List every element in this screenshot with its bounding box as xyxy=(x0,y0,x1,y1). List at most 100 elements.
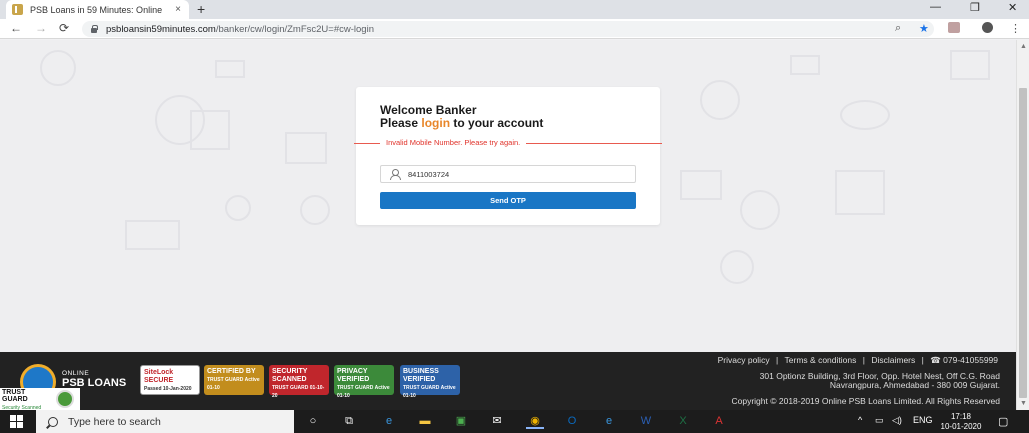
address-line-2: Navrangpura, Ahmedabad - 380 009 Gujarat… xyxy=(829,380,1000,390)
trust-line-1: TRUST xyxy=(2,389,26,396)
decor-coin-icon xyxy=(225,195,251,221)
edge-icon[interactable]: e xyxy=(380,413,398,429)
badge-label: SECURITY SCANNED xyxy=(272,368,308,383)
profile-avatar-icon[interactable] xyxy=(982,22,993,33)
link-separator: | xyxy=(775,355,779,365)
cortana-icon[interactable]: ○ xyxy=(304,413,322,429)
disclaimers-link[interactable]: Disclaimers xyxy=(871,355,915,365)
store-icon[interactable]: ▣ xyxy=(452,413,470,429)
mobile-number-input[interactable] xyxy=(408,169,608,179)
taskbar-clock[interactable]: 17:18 10-01-2020 xyxy=(940,412,982,432)
browser-menu-icon[interactable]: ⋮ xyxy=(1010,22,1021,35)
site-footer: ONLINE PSB LOANS SiteLock SECURE Passed … xyxy=(0,352,1016,410)
bookmark-star-icon[interactable]: ★ xyxy=(919,22,929,35)
business-verified-badge[interactable]: BUSINESS VERIFIED TRUST GUARD Active 01-… xyxy=(400,365,460,399)
badge-sub: TRUST GUARD Active 01-10 xyxy=(337,385,390,399)
decor-chart-icon xyxy=(950,50,990,80)
security-scanned-badge[interactable]: SECURITY SCANNED TRUST GUARD 01-10-20 xyxy=(269,365,329,399)
browser-toolbar: ← → ⟳ psbloansin59minutes.com/banker/cw/… xyxy=(0,19,1029,39)
privacy-policy-link[interactable]: Privacy policy xyxy=(718,355,770,365)
excel-icon[interactable]: X xyxy=(674,413,692,429)
login-word: login xyxy=(421,116,451,130)
privacy-verified-badge[interactable]: PRIVACY VERIFIED TRUST GUARD Active 01-1… xyxy=(334,365,394,399)
badge-label: SiteLock SECURE xyxy=(144,369,174,384)
chrome-icon[interactable]: ◉ xyxy=(526,413,544,429)
search-icon xyxy=(48,416,58,427)
window-minimize-button[interactable]: — xyxy=(930,1,941,13)
footer-address: 301 Optionz Building, 3rd Floor, Opp. Ho… xyxy=(760,372,1000,390)
new-tab-button[interactable]: + xyxy=(197,1,205,17)
page-scrollbar[interactable]: ▲ ▼ xyxy=(1016,40,1029,410)
tab-title: PSB Loans in 59 Minutes: Online xyxy=(30,4,163,15)
decor-car-icon xyxy=(840,100,890,130)
certified-badge[interactable]: CERTIFIED BY TRUST GUARD Active 01-10 xyxy=(204,365,264,395)
decor-person-icon xyxy=(700,80,740,120)
back-button[interactable]: ← xyxy=(10,21,22,35)
decor-house-icon xyxy=(835,170,885,215)
browser-tab-strip: PSB Loans in 59 Minutes: Online × + — ❐ … xyxy=(0,0,1029,19)
word-icon[interactable]: W xyxy=(637,413,655,429)
footer-links: Privacy policy | Terms & conditions | Di… xyxy=(716,355,1000,366)
clock-date: 10-01-2020 xyxy=(940,422,982,431)
send-otp-button[interactable]: Send OTP xyxy=(380,192,636,209)
network-icon[interactable]: ▭ xyxy=(875,415,884,426)
address-bar[interactable]: psbloansin59minutes.com/banker/cw/login/… xyxy=(82,21,934,37)
tab-close-icon[interactable]: × xyxy=(173,4,183,15)
decor-doc-icon xyxy=(680,170,722,200)
error-message: Invalid Mobile Number. Please try again. xyxy=(380,137,527,149)
volume-icon[interactable]: ◁) xyxy=(892,415,902,426)
decor-card-icon xyxy=(215,60,245,78)
decor-clock-icon xyxy=(720,250,754,284)
window-close-button[interactable]: ✕ xyxy=(1008,1,1017,14)
reload-button[interactable]: ⟳ xyxy=(59,21,69,35)
file-explorer-icon[interactable]: ▬ xyxy=(416,413,434,429)
trust-guard-seal[interactable]: TRUST GUARD Security Scanned xyxy=(0,388,80,411)
scroll-up-icon[interactable]: ▲ xyxy=(1020,43,1027,50)
phone-number: ☎ 079-41055999 xyxy=(930,355,998,365)
please-text: Please xyxy=(380,116,422,130)
url-path: /banker/cw/login/ZmFsc2U=#cw-login xyxy=(215,23,374,35)
to-account-text: to your account xyxy=(450,116,544,130)
windows-taskbar: Type here to search ○ ⧉ e ▬ ▣ ✉ ◉ O e W … xyxy=(0,410,1029,433)
login-card: Welcome Banker Please login to your acco… xyxy=(354,87,662,225)
decor-calendar-icon xyxy=(190,110,230,150)
badge-sub: Passed 10-Jan-2020 xyxy=(144,386,192,392)
badge-label: CERTIFIED BY xyxy=(207,368,256,375)
copyright: Copyright © 2018-2019 Online PSB Loans L… xyxy=(731,396,1001,406)
browser-tab[interactable]: PSB Loans in 59 Minutes: Online × xyxy=(6,0,189,19)
outlook-icon[interactable]: O xyxy=(563,413,581,429)
badge-sub: TRUST GUARD Active 01-10 xyxy=(207,377,260,391)
badge-label: BUSINESS VERIFIED xyxy=(403,368,439,383)
language-indicator[interactable]: ENG xyxy=(913,415,933,425)
sitelock-badge[interactable]: SiteLock SECURE Passed 10-Jan-2020 xyxy=(140,365,200,395)
ie-icon[interactable]: e xyxy=(600,413,618,429)
shield-icon xyxy=(56,390,74,408)
decor-circle-icon xyxy=(40,50,76,86)
zoom-icon[interactable]: ⌕ xyxy=(895,22,901,35)
task-view-icon[interactable]: ⧉ xyxy=(340,413,358,429)
taskbar-search[interactable]: Type here to search xyxy=(36,410,294,433)
decor-truck-icon xyxy=(790,55,820,75)
scrollbar-thumb[interactable] xyxy=(1019,88,1027,398)
notifications-icon[interactable]: ▢ xyxy=(998,415,1008,428)
tray-chevron-icon[interactable]: ^ xyxy=(858,415,862,425)
clock-time: 17:18 xyxy=(950,412,972,421)
pdf-extension-icon[interactable] xyxy=(948,22,960,33)
acrobat-icon[interactable]: A xyxy=(710,413,728,429)
windows-start-icon[interactable] xyxy=(10,415,23,428)
link-separator: | xyxy=(862,355,865,365)
badge-sub: TRUST GUARD 01-10-20 xyxy=(272,385,325,399)
welcome-line: Welcome Banker xyxy=(380,103,477,117)
terms-link[interactable]: Terms & conditions xyxy=(785,355,857,365)
mobile-number-field[interactable] xyxy=(380,165,636,183)
window-restore-button[interactable]: ❐ xyxy=(970,1,980,14)
badge-label: PRIVACY VERIFIED xyxy=(337,368,370,383)
forward-button[interactable]: → xyxy=(35,21,47,35)
link-separator: | xyxy=(921,355,924,365)
brand-small: ONLINE xyxy=(62,370,90,377)
user-icon xyxy=(389,168,401,180)
mail-icon[interactable]: ✉ xyxy=(488,413,506,429)
lock-icon xyxy=(90,25,98,33)
scroll-down-icon[interactable]: ▼ xyxy=(1020,400,1027,407)
decor-bag-icon xyxy=(300,195,330,225)
